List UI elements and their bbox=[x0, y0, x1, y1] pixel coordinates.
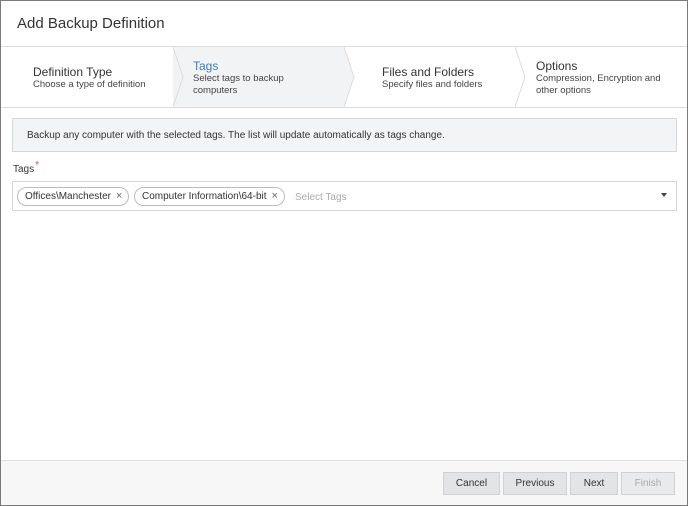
wizard-steps: Definition Type Choose a type of definit… bbox=[1, 47, 687, 108]
info-text: Backup any computer with the selected ta… bbox=[27, 130, 445, 141]
step-options[interactable]: Options Compression, Encryption and othe… bbox=[527, 47, 687, 107]
caret-down-icon[interactable] bbox=[661, 193, 667, 197]
tag-chip-label: Computer Information\64-bit bbox=[142, 191, 267, 202]
dialog-title: Add Backup Definition bbox=[17, 15, 165, 32]
step-files-and-folders[interactable]: Files and Folders Specify files and fold… bbox=[355, 47, 515, 107]
step-title: Tags bbox=[193, 59, 219, 73]
required-marker: * bbox=[35, 160, 40, 171]
next-button[interactable]: Next bbox=[570, 472, 618, 495]
step-separator-icon bbox=[515, 47, 526, 107]
step-subtitle: Specify files and folders bbox=[382, 79, 483, 90]
step-title: Options bbox=[536, 59, 578, 73]
step-tags[interactable]: Tags Select tags to backup computers bbox=[173, 47, 345, 107]
step-subtitle-line-1: Compression, Encryption and bbox=[536, 73, 661, 84]
tag-chip-label: Offices\Manchester bbox=[25, 191, 111, 202]
step-title: Definition Type bbox=[33, 65, 113, 79]
finish-button[interactable]: Finish bbox=[621, 472, 675, 495]
cancel-button[interactable]: Cancel bbox=[443, 472, 500, 495]
info-message: Backup any computer with the selected ta… bbox=[12, 118, 677, 152]
tags-select[interactable]: Offices\Manchester × Computer Information… bbox=[12, 181, 677, 211]
step-subtitle-line-1: Select tags to backup bbox=[193, 73, 284, 84]
step-subtitle-line-2: computers bbox=[193, 85, 238, 96]
add-backup-definition-dialog: Add Backup Definition Definition Type Ch… bbox=[0, 0, 688, 506]
step-subtitle: Choose a type of definition bbox=[33, 79, 146, 90]
dialog-footer: Cancel Previous Next Finish bbox=[1, 460, 687, 505]
remove-tag-icon[interactable]: × bbox=[116, 190, 122, 202]
dialog-header: Add Backup Definition bbox=[1, 1, 687, 47]
previous-button[interactable]: Previous bbox=[503, 472, 567, 495]
step-definition-type[interactable]: Definition Type Choose a type of definit… bbox=[1, 47, 173, 107]
tags-search-input[interactable] bbox=[295, 190, 635, 204]
remove-tag-icon[interactable]: × bbox=[272, 190, 278, 202]
tags-label: Tags* bbox=[13, 160, 39, 175]
step-title: Files and Folders bbox=[382, 65, 475, 79]
step-subtitle-line-2: other options bbox=[536, 85, 591, 96]
tags-label-text: Tags bbox=[13, 164, 35, 175]
tag-chip: Offices\Manchester × bbox=[17, 187, 130, 206]
tag-chip: Computer Information\64-bit × bbox=[134, 187, 285, 206]
step-separator-icon bbox=[173, 47, 184, 107]
